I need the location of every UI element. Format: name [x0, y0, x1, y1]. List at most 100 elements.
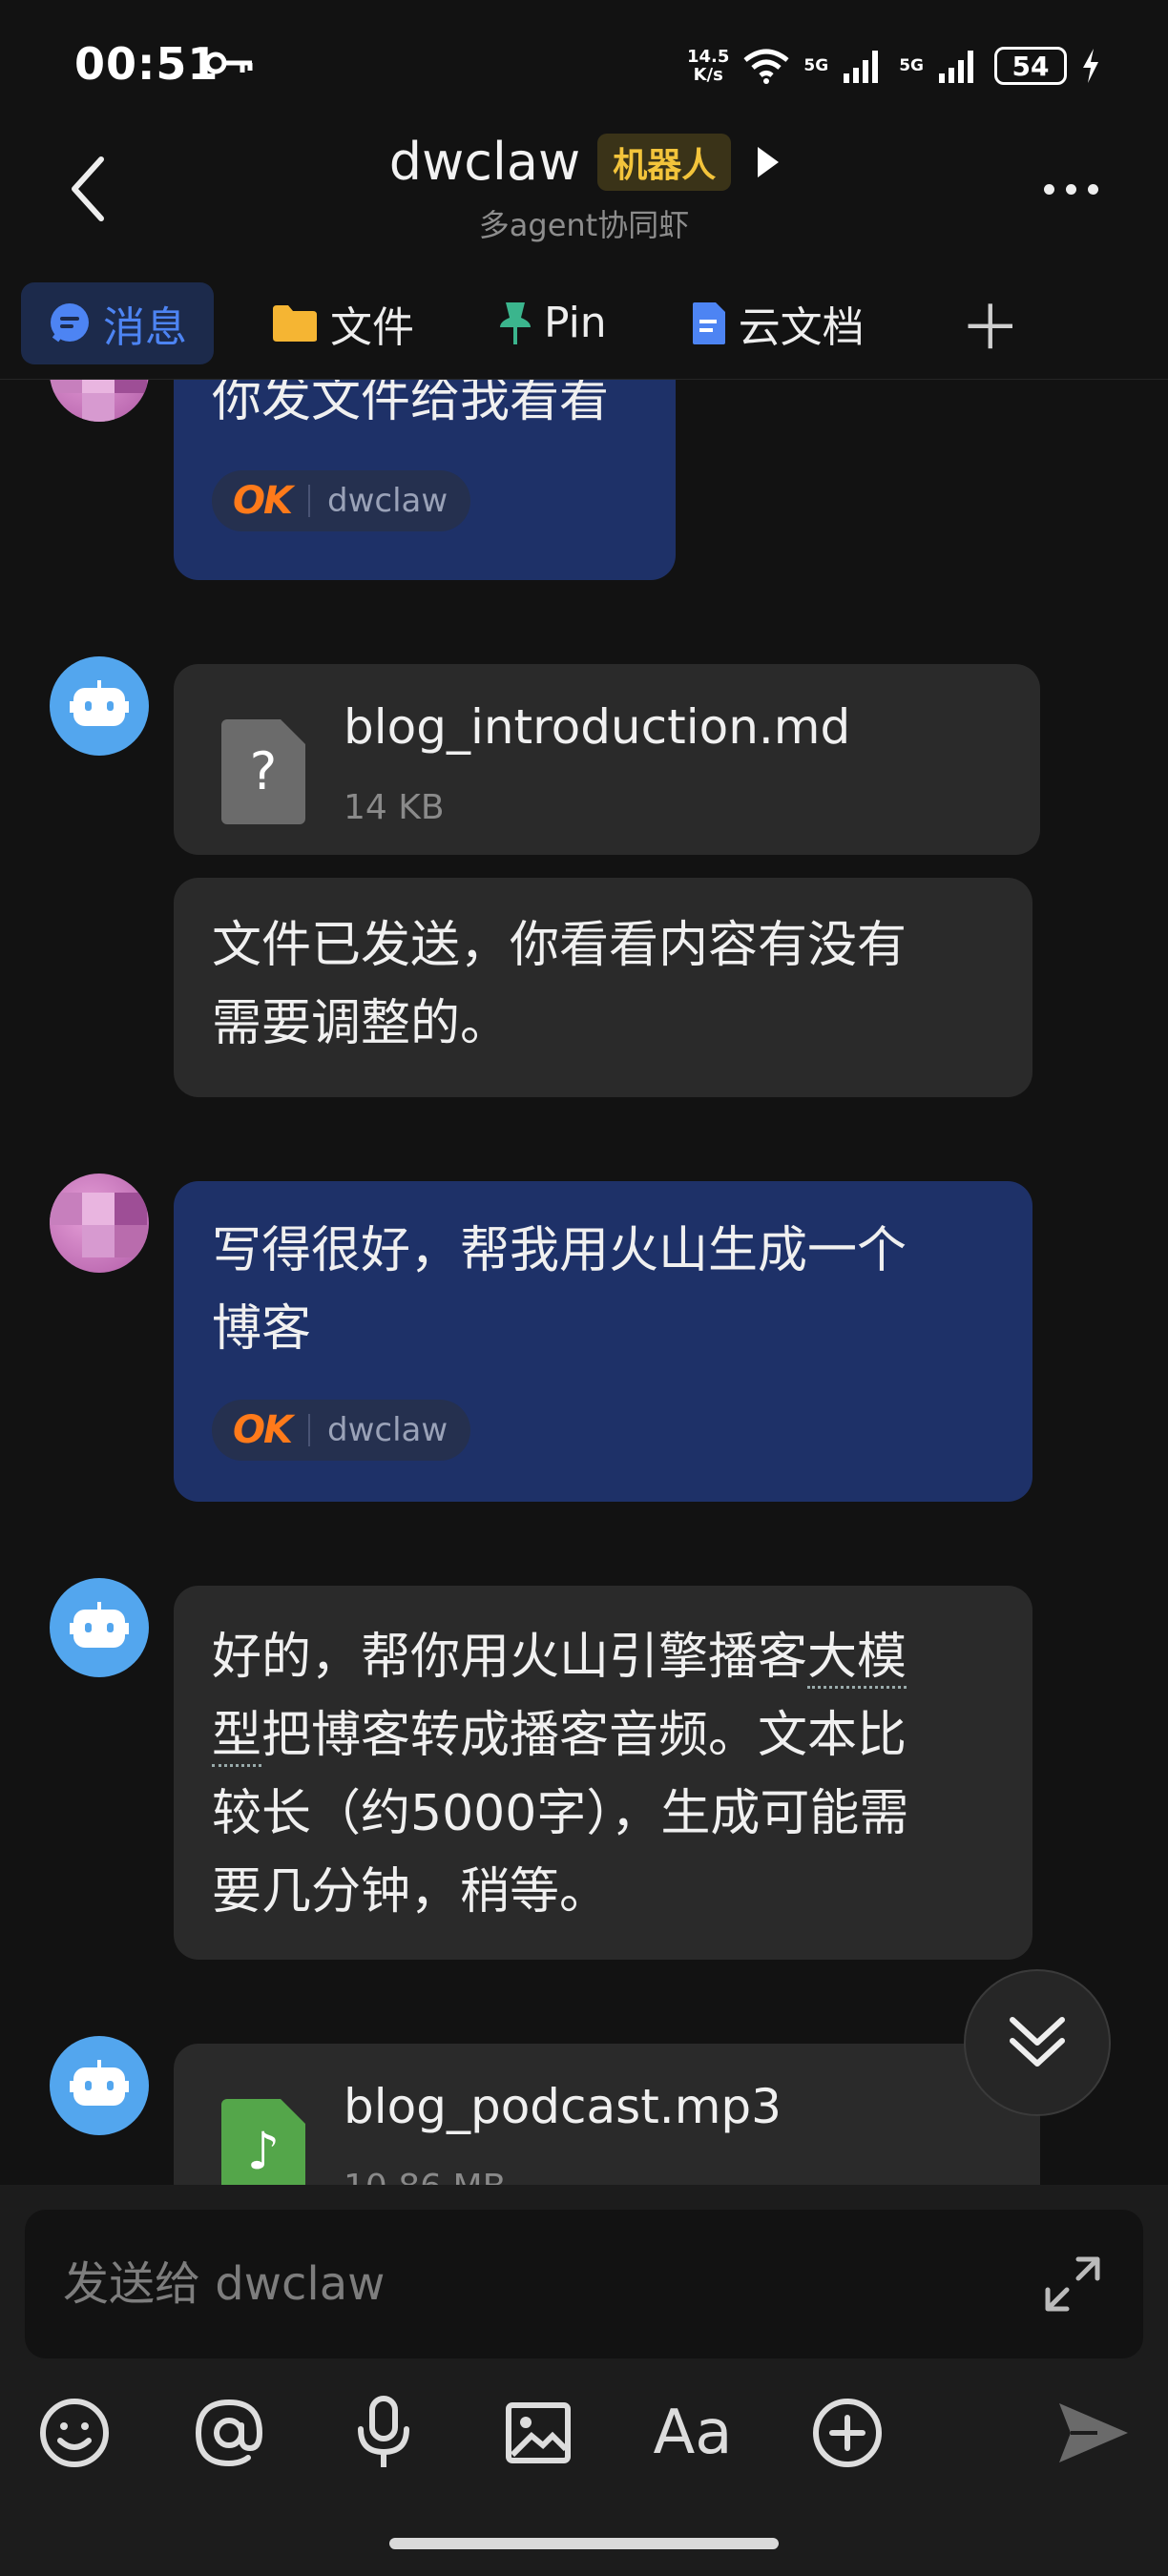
more-dot-icon: [1087, 183, 1098, 195]
robot-icon: [70, 2060, 129, 2106]
message-text-line: 较长（约5000字），生成可能需: [212, 1785, 909, 1842]
robot-icon: [70, 1602, 129, 1648]
expand-icon[interactable]: [1044, 2255, 1101, 2313]
file-message[interactable]: ? blog_introduction.md 14 KB: [174, 664, 1040, 855]
tab-files[interactable]: 文件: [244, 282, 441, 364]
battery-level: 54: [1012, 50, 1050, 82]
message-text-line: 文件已发送，你看看内容有没有: [212, 917, 907, 974]
wifi-icon: [743, 49, 789, 84]
send-button[interactable]: [1046, 2385, 1141, 2481]
robot-icon: [70, 680, 129, 726]
send-icon: [1059, 2403, 1128, 2462]
avatar[interactable]: [50, 380, 149, 422]
message-bubble[interactable]: 文件已发送，你看看内容有没有 需要调整的。: [174, 878, 1032, 1097]
doc-icon: [692, 301, 725, 344]
ok-reaction-icon: OK: [233, 479, 293, 523]
avatar[interactable]: [50, 1174, 149, 1273]
network-type-2: 5G: [899, 56, 924, 75]
emoji-icon: [40, 2399, 109, 2467]
bot-avatar[interactable]: [50, 656, 149, 756]
mention-button[interactable]: [181, 2385, 277, 2481]
message-bubble[interactable]: 写得很好，帮我用火山生成一个 博客 OK dwclaw: [174, 1181, 1032, 1502]
bot-badge: 机器人: [597, 133, 732, 191]
bot-avatar[interactable]: [50, 2036, 149, 2135]
tab-messages[interactable]: 消息: [21, 281, 214, 364]
message-text-line: 要几分钟，稍等。: [212, 1863, 610, 1921]
image-button[interactable]: [490, 2385, 586, 2481]
composer-toolbar: Aa: [0, 2385, 1168, 2481]
add-tab-button[interactable]: ＋: [960, 280, 1021, 367]
message-text-segment: 把博客转成播客音频。文本比: [261, 1707, 907, 1764]
key-icon: [204, 52, 253, 74]
message-list[interactable]: 你发文件给我看看 OK dwclaw ? blog_introduction.m…: [0, 380, 1168, 2185]
chat-title-area[interactable]: dwclaw 机器人 多agent协同虾: [0, 132, 1168, 245]
tab-cloud-docs[interactable]: 云文档: [664, 282, 891, 364]
pin-icon: [500, 301, 531, 344]
status-bar: 00:51 14.5 K/s 5G 5G 54: [0, 0, 1168, 124]
tab-messages-label: 消息: [103, 302, 187, 352]
text-format-icon: Aa: [653, 2398, 733, 2468]
mention-icon: [195, 2399, 263, 2467]
tab-files-label: 文件: [330, 302, 414, 352]
reaction-divider: [308, 1414, 310, 1446]
message-bubble[interactable]: 好的，帮你用火山引擎播客大模 型把博客转成播客音频。文本比 较长（约5000字）…: [174, 1586, 1032, 1960]
message-input-box[interactable]: [25, 2210, 1143, 2358]
mic-icon: [358, 2396, 409, 2467]
battery-icon: 54: [994, 47, 1067, 85]
tab-pin[interactable]: Pin: [471, 282, 634, 364]
image-icon: [506, 2402, 571, 2463]
unknown-file-icon: ?: [221, 719, 305, 824]
network-type-1: 5G: [803, 56, 829, 75]
more-dot-icon: [1043, 183, 1054, 195]
signal-icon-2: [939, 51, 973, 83]
status-indicators: 14.5 K/s 5G 5G 54: [687, 42, 1101, 90]
expand-arrow-icon: [758, 146, 780, 177]
reaction-user: dwclaw: [327, 1411, 448, 1449]
message-input[interactable]: [63, 2248, 979, 2320]
message-text-line: 型把博客转成播客音频。文本比: [212, 1696, 994, 1775]
more-dot-icon: [1065, 183, 1076, 195]
reaction-chip[interactable]: OK dwclaw: [212, 470, 471, 531]
chat-title: dwclaw: [388, 132, 581, 192]
network-speed-unit: K/s: [693, 65, 723, 85]
chat-subtitle: 多agent协同虾: [478, 207, 690, 243]
message-text-line: 好的，帮你用火山引擎播客大模: [212, 1618, 994, 1696]
tab-cloud-docs-label: 云文档: [738, 302, 865, 352]
chat-tabs: 消息 文件 Pin 云文档 ＋: [0, 267, 1168, 380]
double-chevron-down-icon: [1010, 2017, 1065, 2067]
message-icon: [51, 302, 89, 342]
text-format-button[interactable]: Aa: [645, 2385, 740, 2481]
tab-pin-label: Pin: [544, 299, 607, 347]
highlighted-term[interactable]: 型: [212, 1707, 262, 1767]
file-size: 10.86 MB: [344, 2149, 782, 2185]
message-bubble[interactable]: 你发文件给我看看 OK dwclaw: [174, 380, 676, 580]
network-speed-value: 14.5: [686, 47, 730, 67]
network-speed: 14.5 K/s: [687, 48, 729, 84]
home-indicator[interactable]: [389, 2538, 779, 2549]
chat-header: dwclaw 机器人 多agent协同虾: [0, 124, 1168, 267]
audio-file-icon: ♪: [221, 2099, 305, 2185]
add-icon: [813, 2399, 882, 2467]
message-text-segment: 好的，帮你用火山引擎播客: [212, 1629, 808, 1686]
more-options-button[interactable]: [1032, 170, 1109, 208]
highlighted-term[interactable]: 大模: [807, 1629, 907, 1689]
reaction-divider: [308, 485, 310, 517]
reaction-chip[interactable]: OK dwclaw: [212, 1400, 471, 1461]
message-text-line: 需要调整的。: [212, 995, 511, 1052]
ok-reaction-icon: OK: [233, 1408, 293, 1452]
voice-button[interactable]: [336, 2385, 431, 2481]
file-name: blog_podcast.mp3: [344, 2079, 782, 2134]
file-message[interactable]: ♪ blog_podcast.mp3 10.86 MB: [174, 2044, 1040, 2185]
reaction-user: dwclaw: [327, 482, 448, 520]
bot-avatar[interactable]: [50, 1578, 149, 1677]
folder-icon: [273, 304, 317, 342]
more-actions-button[interactable]: [800, 2385, 895, 2481]
status-time: 00:51: [74, 38, 219, 90]
emoji-button[interactable]: [27, 2385, 122, 2481]
file-name: blog_introduction.md: [344, 699, 851, 755]
message-text-line: 博客: [212, 1300, 312, 1358]
signal-icon: [844, 51, 879, 83]
scroll-to-bottom-button[interactable]: [964, 1969, 1111, 2116]
file-size: 14 KB: [344, 788, 445, 827]
message-text-line: 写得很好，帮我用火山生成一个: [212, 1222, 907, 1279]
